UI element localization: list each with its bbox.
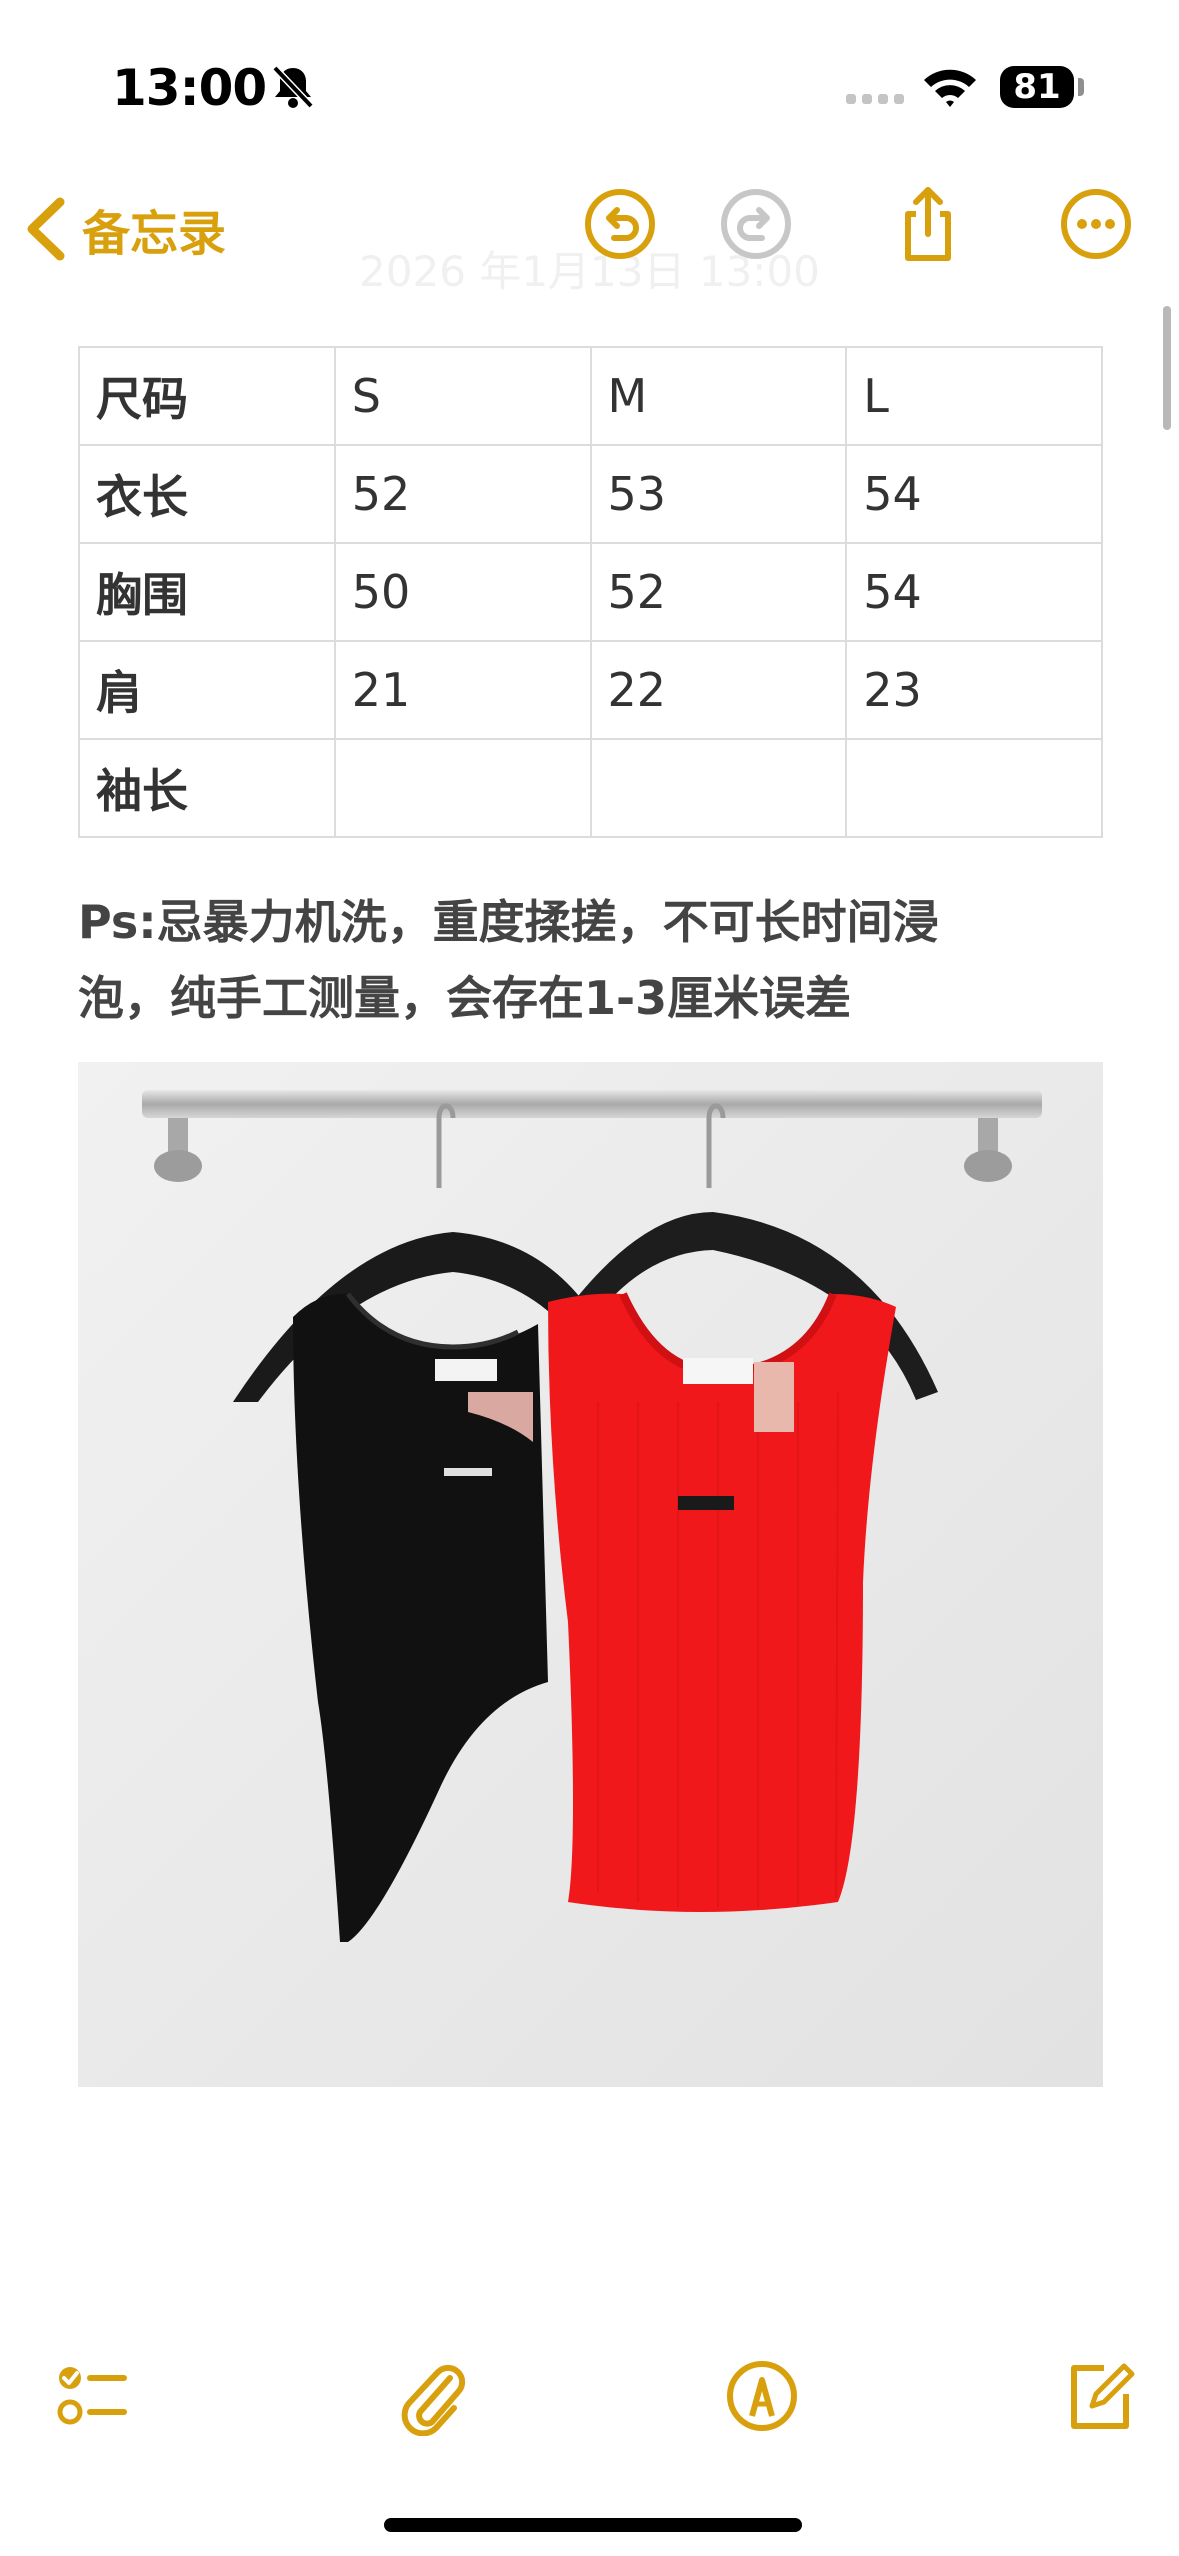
size-table: 尺码 S M L 衣长 52 53 54 胸围 50 52 54 肩 21 22… [78,346,1103,838]
markup-pen-icon [727,2361,797,2431]
note-line: Ps:忌暴力机洗，重度揉搓，不可长时间浸 [78,895,939,949]
table-cell: L [845,346,1103,446]
undo-button[interactable] [580,184,660,264]
status-time: 13:00 [112,59,267,117]
redo-icon [721,189,791,259]
checklist-button[interactable] [50,2356,130,2436]
scroll-indicator[interactable] [1163,306,1171,430]
table-cell: 52 [589,542,848,642]
table-cell: 53 [589,444,848,544]
table-cell [333,738,592,838]
table-cell: 衣长 [78,444,336,544]
checklist-icon [57,2367,127,2425]
compose-icon [1071,2363,1135,2429]
wifi-icon [924,69,976,107]
table-cell [845,738,1103,838]
table-cell: 21 [333,640,592,740]
home-indicator[interactable] [384,2518,802,2532]
note-body[interactable]: Ps:忌暴力机洗，重度揉搓，不可长时间浸 泡，纯手工测量，会存在1-3厘米误差 [78,884,1118,1036]
product-photo[interactable] [78,1062,1103,2087]
share-button[interactable] [888,184,968,264]
table-cell: 50 [333,542,592,642]
table-row: 尺码 S M L [78,346,1103,446]
undo-icon [585,189,655,259]
note-line: 泡，纯手工测量，会存在1-3厘米误差 [78,971,852,1025]
battery-icon: 81 [1000,66,1074,108]
bell-slash-icon [272,65,314,109]
share-icon [905,187,951,261]
cellular-signal-icon [846,94,904,104]
table-row: 衣长 52 53 54 [78,444,1103,544]
table-row: 袖长 [78,738,1103,838]
table-cell: 肩 [78,640,336,740]
compose-button[interactable] [1060,2356,1140,2436]
table-cell: 袖长 [78,738,336,838]
table-cell: 52 [333,444,592,544]
markup-button[interactable] [722,2356,802,2436]
more-icon [1061,189,1131,259]
table-cell: 22 [589,640,848,740]
tank-tops-image [78,1062,1103,2087]
table-row: 肩 21 22 23 [78,640,1103,740]
table-row: 胸围 50 52 54 [78,542,1103,642]
attach-button[interactable] [392,2356,472,2437]
table-cell [589,738,848,838]
paperclip-icon [401,2364,466,2437]
table-cell: 54 [845,444,1103,544]
battery-cap [1078,78,1084,96]
table-cell: S [333,346,592,446]
table-cell: 胸围 [78,542,336,642]
table-cell: 54 [845,542,1103,642]
table-cell: M [589,346,848,446]
more-button[interactable] [1056,184,1136,264]
table-cell: 23 [845,640,1103,740]
redo-button[interactable] [716,184,796,264]
table-cell: 尺码 [78,346,336,446]
